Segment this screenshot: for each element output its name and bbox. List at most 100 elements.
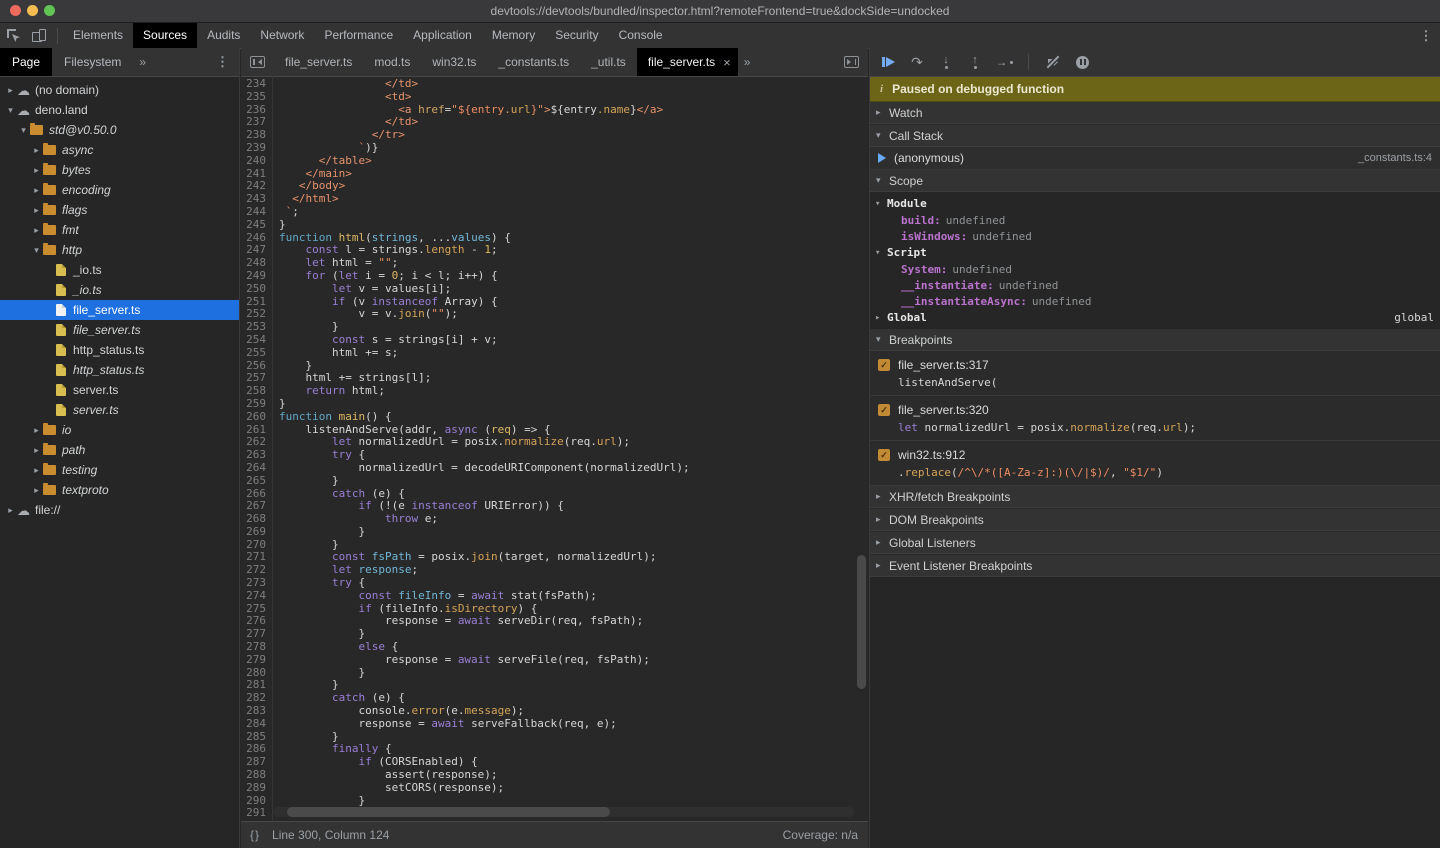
tree-item-io-ts[interactable]: _io.ts: [0, 280, 239, 300]
tree-item-http-status-ts[interactable]: http_status.ts: [0, 360, 239, 380]
disclosure-triangle[interactable]: ▾: [30, 245, 43, 256]
breakpoint-checkbox[interactable]: ✓: [878, 404, 890, 416]
hide-debugger-icon[interactable]: [844, 56, 859, 68]
tree-item-path[interactable]: ▸path: [0, 440, 239, 460]
disclosure-triangle[interactable]: ▸: [30, 425, 43, 436]
line-number[interactable]: 260: [241, 411, 272, 424]
disclosure-triangle[interactable]: ▸: [30, 225, 43, 236]
line-number[interactable]: 273: [241, 577, 272, 590]
tree-item-server-ts[interactable]: server.ts: [0, 380, 239, 400]
breakpoint-checkbox[interactable]: ✓: [878, 449, 890, 461]
editor-tab-constants-ts[interactable]: _constants.ts: [487, 48, 580, 76]
line-number[interactable]: 255: [241, 347, 272, 360]
tree-item-http[interactable]: ▾http: [0, 240, 239, 260]
line-number[interactable]: 240: [241, 155, 272, 168]
scope-group-global[interactable]: ▸Globalglobal: [870, 309, 1440, 326]
tab-application[interactable]: Application: [403, 23, 482, 48]
step-out-icon[interactable]: [965, 53, 985, 71]
tree-item-testing[interactable]: ▸testing: [0, 460, 239, 480]
tree-item-file[interactable]: ▸☁file://: [0, 500, 239, 520]
disclosure-triangle[interactable]: ▸: [30, 165, 43, 176]
tree-item-flags[interactable]: ▸flags: [0, 200, 239, 220]
section-xhr-fetch-breakpoints[interactable]: ▸XHR/fetch Breakpoints: [870, 486, 1440, 508]
disclosure-triangle[interactable]: ▸: [4, 85, 17, 96]
breakpoint-checkbox[interactable]: ✓: [878, 359, 890, 371]
line-number[interactable]: 244: [241, 206, 272, 219]
tree-item-file-server-ts[interactable]: file_server.ts: [0, 320, 239, 340]
section-global-listeners[interactable]: ▸Global Listeners: [870, 531, 1440, 554]
inspect-icon[interactable]: [0, 23, 26, 48]
close-tab-icon[interactable]: ×: [723, 55, 731, 70]
tab-elements[interactable]: Elements: [63, 23, 133, 48]
breakpoint-entry[interactable]: ✓file_server.ts:317listenAndServe(: [870, 351, 1440, 396]
line-number[interactable]: 245: [241, 219, 272, 232]
line-number[interactable]: 250: [241, 283, 272, 296]
pause-on-exceptions-icon[interactable]: [1072, 53, 1092, 71]
tree-item-deno-land[interactable]: ▾☁deno.land: [0, 100, 239, 120]
line-number[interactable]: 259: [241, 398, 272, 411]
line-number[interactable]: 265: [241, 475, 272, 488]
tree-item-io[interactable]: ▸io: [0, 420, 239, 440]
step-icon[interactable]: [994, 53, 1014, 71]
tree-item-http-status-ts[interactable]: http_status.ts: [0, 340, 239, 360]
editor-tab-mod-ts[interactable]: mod.ts: [363, 48, 421, 76]
hide-navigator-icon[interactable]: [250, 56, 265, 68]
tab-security[interactable]: Security: [545, 23, 608, 48]
tab-sources[interactable]: Sources: [133, 23, 197, 48]
editor-tab-file-server-ts[interactable]: file_server.ts×: [637, 48, 738, 76]
line-number[interactable]: 274: [241, 590, 272, 603]
tree-item-encoding[interactable]: ▸encoding: [0, 180, 239, 200]
code-editor[interactable]: 234 </td>235 <td>236 <a href="${entry.ur…: [241, 76, 868, 822]
tree-item-textproto[interactable]: ▸textproto: [0, 480, 239, 500]
line-number[interactable]: 239: [241, 142, 272, 155]
step-over-icon[interactable]: [907, 53, 927, 71]
disclosure-triangle[interactable]: ▾: [17, 125, 30, 136]
tab-network[interactable]: Network: [250, 23, 314, 48]
line-number[interactable]: 254: [241, 334, 272, 347]
device-toolbar-icon[interactable]: [26, 23, 52, 48]
line-number[interactable]: 268: [241, 513, 272, 526]
tab-audits[interactable]: Audits: [197, 23, 250, 48]
scope-group-module[interactable]: ▾Module: [870, 195, 1440, 212]
overflow-menu-icon[interactable]: ⋮: [1412, 28, 1440, 44]
disclosure-triangle[interactable]: ▸: [4, 505, 17, 516]
disclosure-triangle[interactable]: ▸: [30, 205, 43, 216]
line-number[interactable]: 291: [241, 807, 272, 820]
disclosure-triangle[interactable]: ▸: [30, 185, 43, 196]
step-into-icon[interactable]: [936, 53, 956, 71]
breakpoint-entry[interactable]: ✓win32.ts:912.replace(/^\/*([A-Za-z]:)(\…: [870, 441, 1440, 486]
horizontal-scrollbar[interactable]: [273, 807, 854, 817]
tree-item-bytes[interactable]: ▸bytes: [0, 160, 239, 180]
code-line[interactable]: }: [272, 795, 365, 808]
tab-filesystem[interactable]: Filesystem: [52, 48, 133, 76]
disclosure-triangle[interactable]: ▸: [30, 445, 43, 456]
line-number[interactable]: 258: [241, 385, 272, 398]
section-watch[interactable]: ▸Watch: [870, 102, 1440, 124]
editor-tab-win32-ts[interactable]: win32.ts: [421, 48, 487, 76]
line-number[interactable]: 264: [241, 462, 272, 475]
line-number[interactable]: 284: [241, 718, 272, 731]
disclosure-triangle[interactable]: ▸: [30, 145, 43, 156]
section-scope[interactable]: ▾Scope: [870, 170, 1440, 192]
line-number[interactable]: 279: [241, 654, 272, 667]
deactivate-breakpoints-icon[interactable]: [1043, 53, 1063, 71]
breakpoint-entry[interactable]: ✓file_server.ts:320let normalizedUrl = p…: [870, 396, 1440, 441]
tab-console[interactable]: Console: [609, 23, 673, 48]
disclosure-triangle[interactable]: ▸: [30, 465, 43, 476]
line-number[interactable]: 235: [241, 91, 272, 104]
tree-item-file-server-ts[interactable]: file_server.ts: [0, 300, 239, 320]
line-number[interactable]: 289: [241, 782, 272, 795]
tab-memory[interactable]: Memory: [482, 23, 545, 48]
section-call-stack[interactable]: ▾Call Stack: [870, 124, 1440, 147]
disclosure-triangle[interactable]: ▸: [30, 485, 43, 496]
tree-item-async[interactable]: ▸async: [0, 140, 239, 160]
section-breakpoints[interactable]: ▾Breakpoints: [870, 329, 1440, 351]
section-dom-breakpoints[interactable]: ▸DOM Breakpoints: [870, 508, 1440, 531]
editor-tab-util-ts[interactable]: _util.ts: [580, 48, 637, 76]
editor-tab-file-server-ts[interactable]: file_server.ts: [274, 48, 363, 76]
disclosure-triangle[interactable]: ▾: [4, 105, 17, 116]
line-number[interactable]: 263: [241, 449, 272, 462]
tree-item-io-ts[interactable]: _io.ts: [0, 260, 239, 280]
line-number[interactable]: 278: [241, 641, 272, 654]
call-stack-frame[interactable]: (anonymous)_constants.ts:4: [870, 147, 1440, 170]
